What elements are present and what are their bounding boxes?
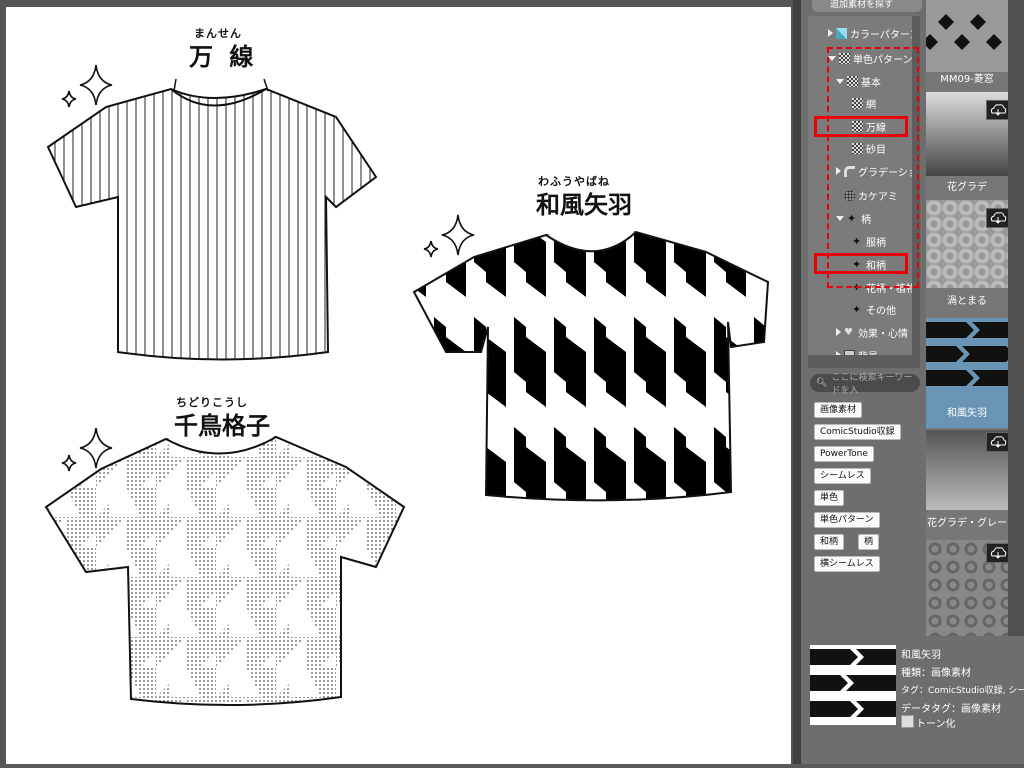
download-icon[interactable] [986, 100, 1008, 120]
tag-button[interactable]: 柄 [858, 534, 880, 550]
highlight-wagara [814, 253, 908, 274]
search-icon: 🔍︎ [816, 378, 828, 388]
tree-item-effects[interactable]: ♥ 効果・心情 [836, 323, 908, 341]
illustration [44, 64, 770, 707]
search-placeholder: ここに検索キーワードを入 [831, 373, 913, 396]
find-more-materials-label: 追加素材を探す [830, 0, 894, 10]
tone-label: トーン化 [916, 719, 956, 730]
canvas-area: まんせん 万 線 わふうやばね 和風矢羽 ちどりこうし 千鳥格子 [0, 0, 797, 764]
download-icon[interactable] [986, 208, 1008, 228]
heart-icon: ♥ [844, 326, 853, 338]
info-tags: タグ：ComicStudio収録, シームレス [901, 686, 1024, 696]
download-icon[interactable] [986, 543, 1008, 563]
pattern-icon: ✦ [852, 302, 862, 316]
expand-icon[interactable] [836, 328, 841, 336]
tree-item-color-pattern[interactable]: カラーパターン [828, 24, 919, 42]
thumbnail-mm09[interactable] [926, 0, 1008, 72]
search-input[interactable]: 🔍︎ ここに検索キーワードを入 [810, 373, 920, 396]
tag-button[interactable]: PowerTone [814, 446, 874, 462]
info-name: 和風矢羽 [901, 650, 941, 661]
tree-label: 効果・心情 [858, 328, 908, 340]
material-thumbnail-list: MM09-菱窓 花グラデ 渦とまる 和風矢羽 花グラデ・グレー [926, 0, 1008, 636]
tree-label: その他 [866, 305, 896, 317]
tag-button[interactable]: シームレス [814, 468, 871, 484]
thumbnail-label: 和風矢羽 [947, 408, 987, 419]
thumbnail-image [926, 322, 1008, 386]
tag-button[interactable]: 単色パターン [814, 512, 880, 528]
tag-button[interactable]: 横シームレス [814, 556, 880, 572]
thumbnail-label: 渦とまる [947, 296, 987, 307]
thumbnail-label: 花グラデ・グレー [927, 518, 1007, 529]
tag-button[interactable]: 画像素材 [814, 402, 863, 418]
find-more-materials-button[interactable]: 追加素材を探す [812, 0, 922, 12]
tree-horizontal-scrollbar[interactable] [808, 355, 920, 368]
tag-button[interactable]: 単色 [814, 490, 845, 506]
shirt-manen [46, 78, 378, 361]
shirt-chidori-goshi [44, 435, 406, 707]
thumbnail-label: MM09-菱窓 [940, 74, 994, 85]
tone-checkbox[interactable] [901, 715, 914, 728]
shirt2-title: 和風矢羽 [536, 191, 632, 219]
tag-button[interactable]: ComicStudio収録 [814, 424, 901, 440]
expand-icon[interactable] [828, 29, 833, 37]
info-type: 種類：画像素材 [901, 668, 971, 679]
tree-label: カラーパターン [850, 29, 920, 41]
thumbnail-label: 花グラデ [947, 182, 987, 193]
canvas-scrollbar[interactable] [793, 0, 801, 764]
highlight-mansen [814, 116, 908, 137]
selected-material-preview [810, 645, 896, 725]
thumbnail-image [926, 14, 1002, 50]
drawing-canvas[interactable]: まんせん 万 線 わふうやばね 和風矢羽 ちどりこうし 千鳥格子 [6, 7, 791, 764]
tag-list: 画像素材 ComicStudio収録 PowerTone シームレス 単色 単色… [808, 396, 920, 636]
tag-button[interactable]: 和柄 [814, 534, 845, 550]
thumbnail-scrollbar[interactable] [1008, 0, 1024, 636]
shirt1-title: 万 線 [189, 43, 258, 71]
info-datatag: データタグ：画像素材 [901, 704, 1001, 715]
color-pattern-icon [836, 27, 847, 39]
tree-item-sonota[interactable]: ✦ その他 [852, 300, 896, 318]
highlight-dashed-box [827, 47, 919, 288]
preview-image [810, 649, 896, 717]
shirt-wafu-yabane [412, 230, 770, 502]
shirt3-title: 千鳥格子 [174, 412, 270, 440]
download-icon[interactable] [986, 432, 1008, 452]
